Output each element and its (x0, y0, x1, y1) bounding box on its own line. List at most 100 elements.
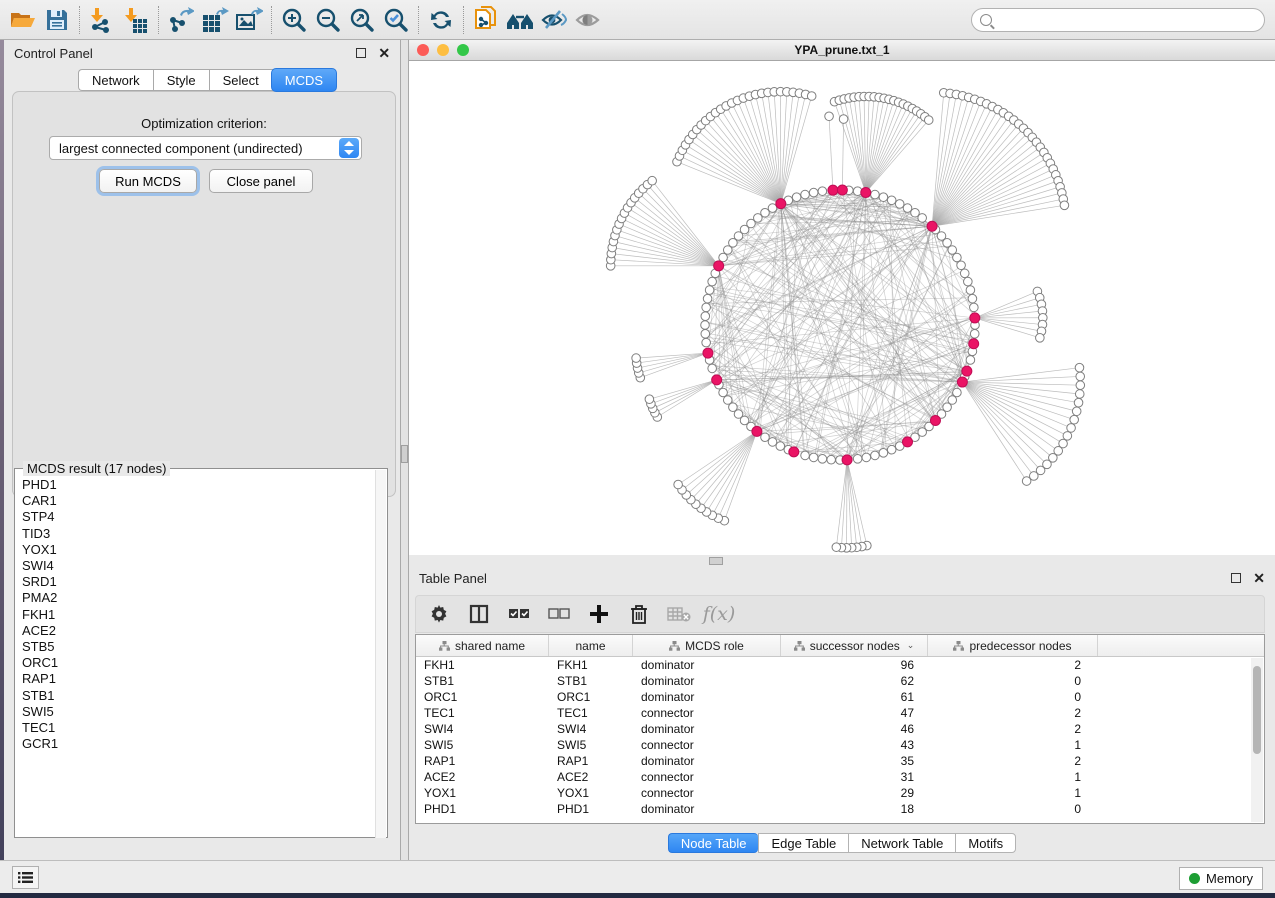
delete-column-icon[interactable] (626, 601, 652, 627)
status-menu-button[interactable] (12, 866, 39, 889)
show-all-icon[interactable] (571, 5, 605, 35)
zoom-fit-icon[interactable] (345, 5, 379, 35)
table-body[interactable]: FKH1FKH1dominator962STB1STB1dominator620… (416, 657, 1251, 823)
graph-node[interactable] (705, 286, 714, 295)
mcds-result-item[interactable]: YOX1 (22, 542, 370, 558)
tab-network[interactable]: Network (78, 69, 153, 91)
mcds-result-item[interactable]: PHD1 (22, 477, 370, 493)
mcds-result-item[interactable]: ACE2 (22, 623, 370, 639)
table-row[interactable]: TEC1TEC1connector472 (416, 705, 1251, 721)
graph-leaf-node[interactable] (1072, 407, 1081, 416)
graph-hub-node[interactable] (962, 366, 972, 376)
criterion-select[interactable]: largest connected component (undirected) (49, 136, 362, 160)
mcds-result-item[interactable]: GCR1 (22, 736, 370, 752)
refresh-layout-icon[interactable] (424, 5, 458, 35)
table-row[interactable]: ORC1ORC1dominator610 (416, 689, 1251, 705)
apply-function-button[interactable]: f(x) (706, 601, 732, 627)
graph-hub-node[interactable] (861, 187, 871, 197)
tab-motifs[interactable]: Motifs (955, 833, 1016, 853)
tab-select[interactable]: Select (209, 69, 273, 91)
zoom-out-icon[interactable] (311, 5, 345, 35)
graph-hub-node[interactable] (776, 199, 786, 209)
result-scrollbar[interactable] (375, 470, 386, 838)
graph-node[interactable] (879, 449, 888, 458)
graph-node[interactable] (953, 253, 962, 262)
graph-node[interactable] (801, 451, 810, 460)
select-all-icon[interactable] (506, 601, 532, 627)
table-row[interactable]: SWI4SWI4dominator462 (416, 721, 1251, 737)
graph-leaf-node[interactable] (632, 354, 641, 363)
scrollbar-thumb[interactable] (1253, 666, 1261, 754)
graph-leaf-node[interactable] (1075, 363, 1084, 372)
graph-node[interactable] (887, 196, 896, 205)
deselect-all-icon[interactable] (546, 601, 572, 627)
mcds-result-item[interactable]: SWI4 (22, 558, 370, 574)
import-table-icon[interactable] (119, 5, 153, 35)
mcds-result-list[interactable]: PHD1CAR1STP4TID3YOX1SWI4SRD1PMA2FKH1ACE2… (22, 477, 370, 829)
graph-node[interactable] (761, 433, 770, 442)
graph-node[interactable] (960, 269, 969, 278)
graph-node[interactable] (719, 388, 728, 397)
graph-node[interactable] (968, 294, 977, 303)
column-shared-name[interactable]: shared name (416, 635, 549, 656)
graph-leaf-node[interactable] (1063, 432, 1072, 441)
mcds-result-item[interactable]: ORC1 (22, 655, 370, 671)
graph-leaf-node[interactable] (825, 112, 834, 121)
graph-node[interactable] (701, 330, 710, 339)
graph-node[interactable] (792, 193, 801, 202)
mcds-result-item[interactable]: STB1 (22, 688, 370, 704)
mcds-result-item[interactable]: CAR1 (22, 493, 370, 509)
graph-node[interactable] (879, 193, 888, 202)
graph-node[interactable] (801, 190, 810, 199)
graph-node[interactable] (970, 330, 979, 339)
graph-node[interactable] (809, 453, 818, 462)
table-row[interactable]: PHD1PHD1dominator180 (416, 801, 1251, 817)
float-panel-icon[interactable] (1231, 573, 1241, 583)
show-columns-icon[interactable] (466, 601, 492, 627)
graph-hub-node[interactable] (752, 426, 762, 436)
tab-style[interactable]: Style (153, 69, 209, 91)
network-titlebar[interactable]: YPA_prune.txt_1 (409, 40, 1275, 61)
graph-node[interactable] (887, 445, 896, 454)
graph-node[interactable] (818, 455, 827, 464)
table-scrollbar[interactable] (1251, 658, 1263, 822)
graph-leaf-node[interactable] (1075, 390, 1084, 399)
zoom-selected-icon[interactable] (379, 5, 413, 35)
graph-hub-node[interactable] (969, 339, 979, 349)
delete-table-icon[interactable] (666, 601, 692, 627)
graph-node[interactable] (827, 455, 836, 464)
splitter-handle[interactable] (401, 445, 408, 463)
graph-leaf-node[interactable] (1060, 201, 1069, 210)
graph-node[interactable] (776, 442, 785, 451)
graph-leaf-node[interactable] (1067, 424, 1076, 433)
graph-node[interactable] (818, 187, 827, 196)
mcds-result-item[interactable]: TID3 (22, 526, 370, 542)
table-row[interactable]: YOX1YOX1connector291 (416, 785, 1251, 801)
network-canvas[interactable] (409, 61, 1275, 555)
graph-node[interactable] (809, 188, 818, 197)
graph-node[interactable] (701, 312, 710, 321)
close-panel-icon[interactable]: ✕ (1253, 573, 1265, 583)
save-session-icon[interactable] (40, 5, 74, 35)
graph-leaf-node[interactable] (674, 480, 683, 489)
graph-node[interactable] (970, 303, 979, 312)
graph-leaf-node[interactable] (1022, 477, 1031, 486)
first-neighbors-icon[interactable] (503, 5, 537, 35)
mcds-result-item[interactable]: STB5 (22, 639, 370, 655)
graph-leaf-node[interactable] (1070, 415, 1079, 424)
graph-leaf-node[interactable] (1074, 398, 1083, 407)
graph-node[interactable] (918, 214, 927, 223)
graph-leaf-node[interactable] (832, 543, 841, 552)
graph-hub-node[interactable] (712, 375, 722, 385)
table-row[interactable]: ACE2ACE2connector311 (416, 769, 1251, 785)
column-predecessor-nodes[interactable]: predecessor nodes (928, 635, 1098, 656)
column-successor-nodes[interactable]: successor nodes ⌄ (781, 635, 928, 656)
graph-node[interactable] (862, 453, 871, 462)
import-network-icon[interactable] (85, 5, 119, 35)
zoom-in-icon[interactable] (277, 5, 311, 35)
graph-node[interactable] (853, 455, 862, 464)
graph-node[interactable] (708, 364, 717, 373)
tab-edge-table[interactable]: Edge Table (758, 833, 848, 853)
open-file-icon[interactable] (6, 5, 40, 35)
search-input[interactable] (971, 8, 1265, 32)
